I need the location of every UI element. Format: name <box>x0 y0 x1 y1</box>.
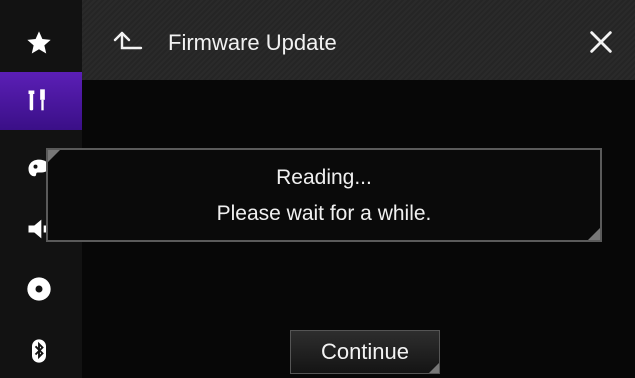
dialog-line-1: Reading... <box>276 166 372 189</box>
close-icon[interactable] <box>587 28 615 56</box>
sidebar-item-settings[interactable] <box>0 72 90 130</box>
firmware-update-screen: Firmware Update Reading... Please wait f… <box>0 0 635 378</box>
continue-button[interactable]: Continue <box>290 330 440 374</box>
sidebar-item-disc[interactable] <box>0 260 82 318</box>
back-arrow-icon[interactable] <box>112 28 144 56</box>
star-icon <box>25 29 53 57</box>
dialog-line-2: Please wait for a while. <box>216 202 432 225</box>
disc-icon <box>25 275 53 303</box>
page-title: Firmware Update <box>168 30 337 55</box>
sidebar-item-bluetooth[interactable] <box>0 322 82 378</box>
bluetooth-icon <box>25 337 53 365</box>
settings-tools-icon <box>25 87 53 115</box>
header-bar: Firmware Update <box>82 0 635 81</box>
status-dialog: Reading... Please wait for a while. <box>46 148 602 242</box>
sidebar-item-favorites[interactable] <box>0 14 82 72</box>
